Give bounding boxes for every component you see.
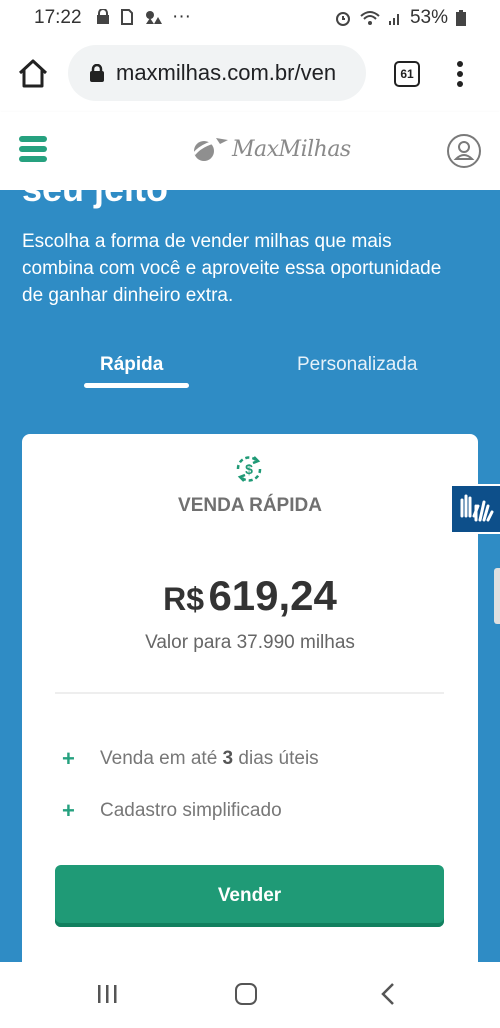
signal-icon <box>388 14 399 25</box>
money-cycle-icon: $ <box>236 456 262 482</box>
active-tab-indicator <box>84 383 189 388</box>
tab-personalizada[interactable]: Personalizada <box>297 354 417 376</box>
scroll-indicator[interactable] <box>494 568 500 624</box>
battery-percent: 53% <box>409 7 448 28</box>
tab-switcher-button[interactable]: 61 <box>394 61 420 87</box>
recents-icon[interactable] <box>96 984 120 1004</box>
feature-text: Cadastro simplificado <box>100 800 282 821</box>
plane-logo-icon <box>192 138 228 161</box>
battery-icon <box>456 10 466 26</box>
hero-description: Escolha a forma de vender milhas que mai… <box>22 231 442 306</box>
address-bar[interactable]: maxmilhas.com.br/ven <box>68 45 366 101</box>
site-header: MaxMilhas <box>0 112 500 190</box>
lock-icon <box>90 64 104 82</box>
price: R$ 619,24 <box>22 572 478 620</box>
more-notifications: ··· <box>172 6 191 27</box>
system-nav-bar <box>0 962 500 1028</box>
notification-icons: ··· <box>96 6 191 28</box>
status-time: 17:22 <box>34 7 82 28</box>
kebab-menu-icon[interactable] <box>450 58 470 90</box>
price-currency: R$ <box>163 581 204 617</box>
feature-item-delivery: + Venda em até 3 dias úteis <box>62 746 319 772</box>
browser-toolbar: maxmilhas.com.br/ven 61 <box>0 36 500 112</box>
user-icon[interactable] <box>447 134 481 168</box>
quick-sale-card: $ VENDA RÁPIDA R$ 619,24 Valor para 37.9… <box>22 434 478 962</box>
sell-button[interactable]: Vender <box>55 865 444 927</box>
back-icon[interactable] <box>378 982 398 1006</box>
tab-rapida[interactable]: Rápida <box>100 354 163 376</box>
hero-section: seu jeito Escolha a forma de vender milh… <box>0 190 500 962</box>
lock-notification-icon <box>97 9 109 24</box>
card-divider <box>55 692 444 694</box>
hamburger-menu-icon[interactable] <box>19 136 47 162</box>
user-glyph <box>453 141 475 160</box>
wifi-icon <box>360 11 380 25</box>
feature-item-signup: + Cadastro simplificado <box>62 798 282 824</box>
svg-text:$: $ <box>245 461 253 477</box>
sim-notification-icon <box>121 9 133 25</box>
status-bar: 17:22 ··· 53% <box>0 0 500 36</box>
url-text: maxmilhas.com.br/ven <box>116 60 337 85</box>
accessibility-hands-icon <box>460 494 494 522</box>
site-logo[interactable]: MaxMilhas <box>190 134 351 164</box>
logo-text: MaxMilhas <box>232 136 351 162</box>
alarm-icon <box>335 12 350 26</box>
feature-text: Venda em até 3 dias úteis <box>100 748 319 769</box>
system-icons: 53% <box>334 7 466 29</box>
plus-icon: + <box>62 798 75 823</box>
plus-icon: + <box>62 746 75 771</box>
hero-title: seu jeito <box>22 190 168 210</box>
price-amount: 619,24 <box>208 572 337 619</box>
home-icon[interactable] <box>16 56 50 90</box>
home-nav-icon[interactable] <box>235 983 257 1005</box>
app-notification-icon <box>146 11 162 24</box>
price-subtitle: Valor para 37.990 milhas <box>145 632 355 653</box>
card-title: VENDA RÁPIDA <box>178 495 322 516</box>
accessibility-widget[interactable] <box>450 484 500 534</box>
